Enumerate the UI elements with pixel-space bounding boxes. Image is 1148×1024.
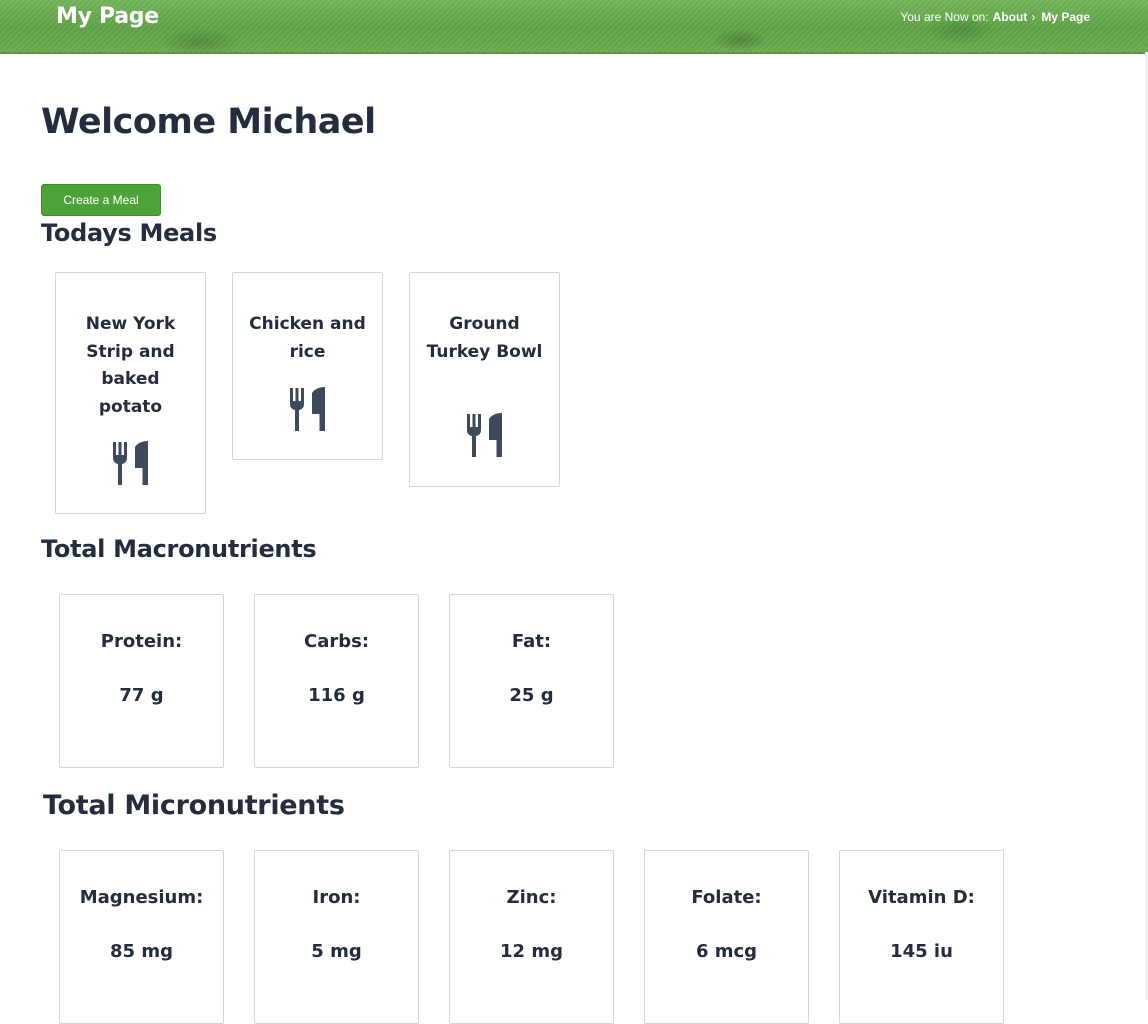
nutrient-card-folate: Folate: 6 mcg	[644, 850, 809, 1024]
meal-card[interactable]: Ground Turkey Bowl	[409, 272, 560, 487]
nutrient-card-carbs: Carbs: 116 g	[254, 594, 419, 768]
breadcrumb-current-page: My Page	[1041, 10, 1090, 24]
nutrient-value: 77 g	[119, 685, 164, 706]
meal-name: New York Strip and baked potato	[85, 314, 176, 417]
nutrient-card-magnesium: Magnesium: 85 mg	[59, 850, 224, 1024]
nutrient-value: 25 g	[509, 685, 554, 706]
breadcrumb-separator-icon: ›	[1031, 10, 1036, 24]
nutrient-value: 85 mg	[110, 941, 173, 962]
todays-meals-heading: Todays Meals	[41, 219, 217, 247]
nutrient-label: Protein:	[100, 631, 183, 652]
nutrient-card-vitamin-d: Vitamin D: 145 iu	[839, 850, 1004, 1024]
meal-card[interactable]: New York Strip and baked potato	[55, 272, 206, 514]
create-meal-button[interactable]: Create a Meal	[41, 184, 161, 216]
nutrient-value: 116 g	[308, 685, 365, 706]
nutrient-label: Fat:	[511, 631, 552, 652]
nutrient-label: Magnesium:	[79, 887, 204, 908]
meal-card[interactable]: Chicken and rice	[232, 272, 383, 460]
nutrient-value: 12 mg	[500, 941, 563, 962]
nutrient-value: 5 mg	[311, 941, 362, 962]
total-micronutrients-heading: Total Micronutrients	[43, 790, 345, 821]
site-header: My Page You are Now on: About › My Page	[0, 0, 1148, 54]
breadcrumb: You are Now on: About › My Page	[900, 10, 1090, 24]
utensils-icon	[466, 413, 502, 457]
breadcrumb-link-about[interactable]: About	[993, 10, 1028, 24]
nutrient-card-fat: Fat: 25 g	[449, 594, 614, 768]
nutrient-card-zinc: Zinc: 12 mg	[449, 850, 614, 1024]
utensils-icon	[289, 387, 325, 431]
page-title: Welcome Michael	[41, 102, 376, 142]
nutrient-value: 145 iu	[890, 941, 953, 962]
nutrient-value: 6 mcg	[695, 941, 758, 962]
utensils-icon	[112, 441, 148, 485]
nutrient-label: Vitamin D:	[868, 887, 975, 908]
total-macronutrients-heading: Total Macronutrients	[41, 535, 317, 563]
nutrient-card-iron: Iron: 5 mg	[254, 850, 419, 1024]
nutrient-card-protein: Protein: 77 g	[59, 594, 224, 768]
meal-name: Ground Turkey Bowl	[426, 314, 543, 362]
meal-name: Chicken and rice	[249, 314, 366, 362]
nutrient-label: Folate:	[691, 887, 762, 908]
nutrient-label: Carbs:	[303, 631, 370, 652]
nutrient-label: Iron:	[312, 887, 361, 908]
site-title[interactable]: My Page	[56, 4, 159, 29]
breadcrumb-prefix: You are Now on:	[900, 10, 989, 24]
nutrient-label: Zinc:	[506, 887, 557, 908]
